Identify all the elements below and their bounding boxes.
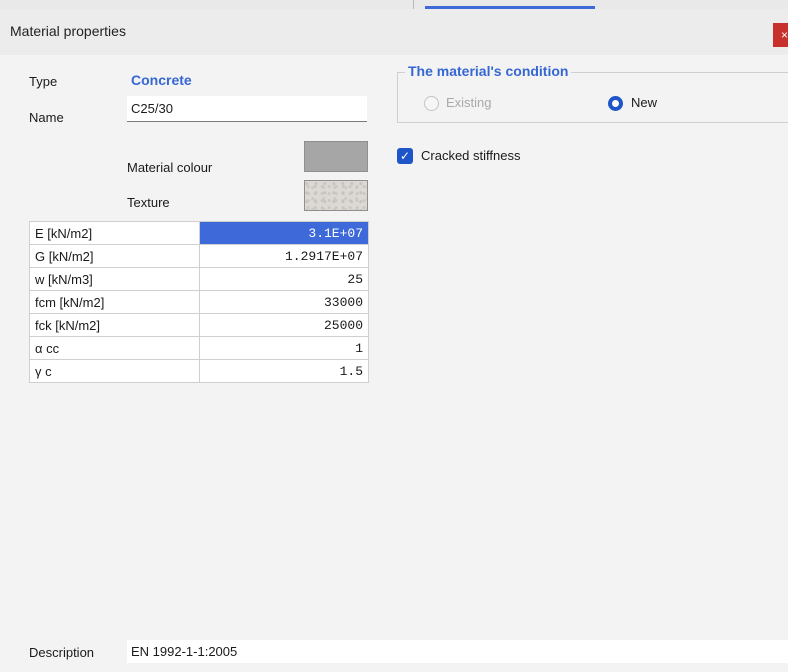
property-name: γ c xyxy=(29,359,200,383)
texture-label: Texture xyxy=(127,195,170,210)
property-name: α cc xyxy=(29,336,200,360)
property-value[interactable]: 33000 xyxy=(199,290,369,314)
property-value[interactable]: 1 xyxy=(199,336,369,360)
material-colour-swatch[interactable] xyxy=(304,141,368,172)
type-value[interactable]: Concrete xyxy=(131,72,192,88)
cracked-stiffness-label[interactable]: Cracked stiffness xyxy=(421,148,520,163)
property-value[interactable]: 3.1E+07 xyxy=(199,221,369,245)
existing-radio-label[interactable]: Existing xyxy=(446,95,492,110)
name-label: Name xyxy=(29,110,64,125)
name-input[interactable] xyxy=(127,96,367,122)
property-value[interactable]: 25 xyxy=(199,267,369,291)
table-row[interactable]: γ c 1.5 xyxy=(29,359,369,383)
material-colour-label: Material colour xyxy=(127,160,213,175)
table-row[interactable]: α cc 1 xyxy=(29,336,369,360)
property-name: fck [kN/m2] xyxy=(29,313,200,337)
new-radio-label[interactable]: New xyxy=(631,95,657,110)
cracked-stiffness-checkbox[interactable]: ✓ xyxy=(397,148,413,164)
property-name: w [kN/m3] xyxy=(29,267,200,291)
condition-group-title: The material's condition xyxy=(405,63,572,79)
table-row[interactable]: fck [kN/m2] 25000 xyxy=(29,313,369,337)
new-radio[interactable] xyxy=(608,96,623,111)
table-row[interactable]: w [kN/m3] 25 xyxy=(29,267,369,291)
property-name: G [kN/m2] xyxy=(29,244,200,268)
property-value[interactable]: 25000 xyxy=(199,313,369,337)
close-button[interactable]: × xyxy=(773,23,788,47)
existing-radio[interactable] xyxy=(424,96,439,111)
table-row[interactable]: E [kN/m2] 3.1E+07 xyxy=(29,221,369,245)
type-label: Type xyxy=(29,74,58,89)
description-label: Description xyxy=(29,645,95,660)
properties-table: E [kN/m2] 3.1E+07 G [kN/m2] 1.2917E+07 w… xyxy=(29,221,369,383)
description-input[interactable] xyxy=(127,640,788,663)
property-name: E [kN/m2] xyxy=(29,221,200,245)
texture-swatch[interactable] xyxy=(304,180,368,211)
property-name: fcm [kN/m2] xyxy=(29,290,200,314)
background-separator xyxy=(413,0,414,9)
property-value[interactable]: 1.5 xyxy=(199,359,369,383)
table-row[interactable]: G [kN/m2] 1.2917E+07 xyxy=(29,244,369,268)
title-bar[interactable]: Material properties × xyxy=(0,9,788,55)
property-value[interactable]: 1.2917E+07 xyxy=(199,244,369,268)
background-window-strip xyxy=(0,0,788,8)
table-row[interactable]: fcm [kN/m2] 33000 xyxy=(29,290,369,314)
dialog-title: Material properties xyxy=(10,23,126,39)
